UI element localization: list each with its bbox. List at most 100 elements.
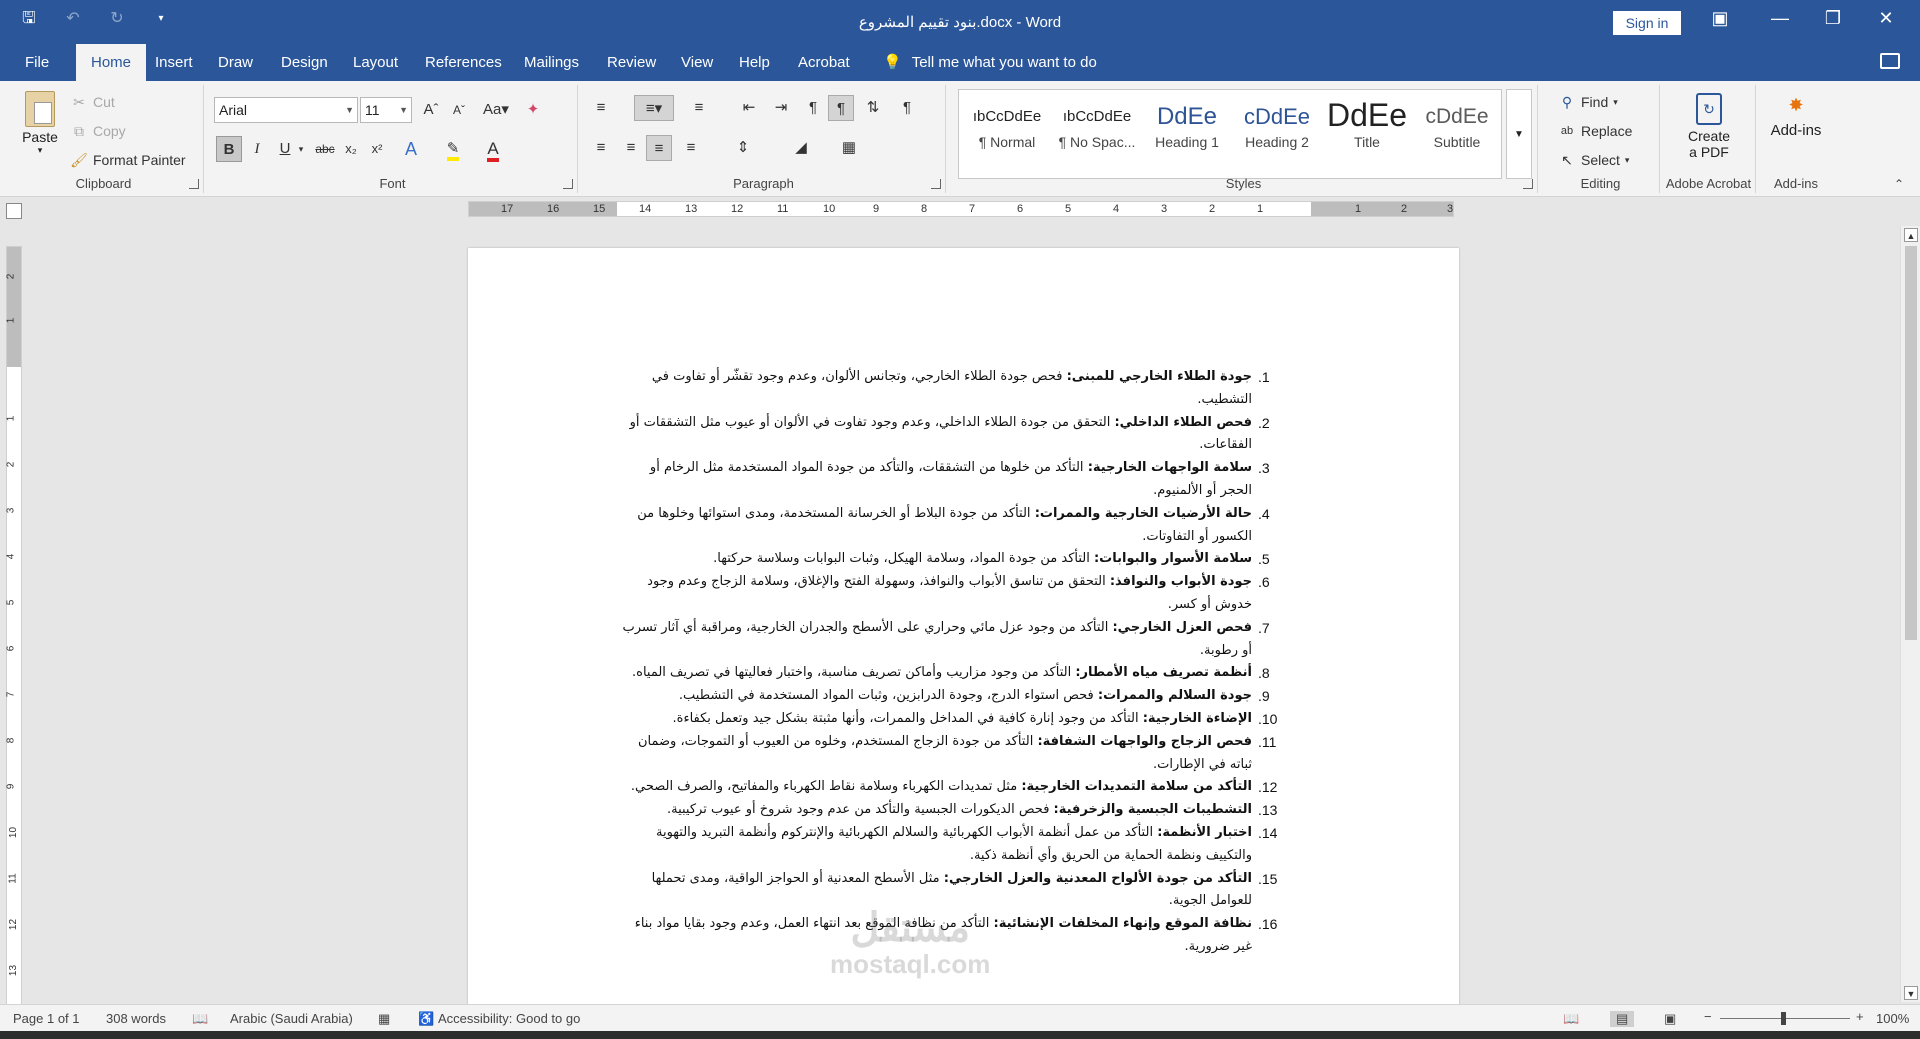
sign-in-button[interactable]: Sign in (1613, 11, 1681, 35)
document-list-item[interactable]: .11 فحص الزجاج والواجهات الشفافة: التأكد … (618, 731, 1276, 777)
tab-review[interactable]: Review (598, 44, 665, 81)
tab-acrobat[interactable]: Acrobat (789, 44, 859, 81)
italic-button[interactable]: I (244, 136, 270, 162)
document-list[interactable]: .1 جودة الطلاء الخارجي للمبنى: فحص جودة ا… (618, 366, 1278, 959)
tab-selector[interactable] (6, 203, 22, 219)
justify-icon[interactable]: ≡ (678, 135, 704, 161)
increase-indent-icon[interactable]: ⇥ (768, 95, 794, 121)
font-size-select[interactable]: 11 ▼ (360, 97, 412, 123)
document-list-item[interactable]: .7 فحص العزل الخارجي: التأكد من وجود عزل … (618, 617, 1269, 663)
show-marks-icon[interactable]: ¶ (894, 95, 920, 121)
document-list-item[interactable]: .14 اختبار الأنظمة: التأكد من عمل أنظمة ا… (618, 822, 1277, 868)
style-title[interactable]: DdEe Title (1323, 94, 1411, 164)
align-left-icon[interactable]: ≡ (588, 135, 614, 161)
grow-font-icon[interactable]: Aˆ (418, 97, 444, 123)
align-center-icon[interactable]: ≡ (618, 135, 644, 161)
tab-mailings[interactable]: Mailings (515, 44, 588, 81)
read-mode-icon[interactable]: 📖 (1563, 1011, 1579, 1027)
style-heading-1[interactable]: DdEe Heading 1 (1143, 94, 1231, 164)
document-list-item[interactable]: .12 التأكد من سلامة التمديدات الخارجية: م… (618, 776, 1278, 799)
document-list-item[interactable]: .9 جودة السلالم والممرات: فحص استواء الدر… (618, 685, 1270, 708)
tab-design[interactable]: Design (272, 44, 337, 81)
scroll-thumb[interactable] (1905, 246, 1917, 640)
bold-button[interactable]: B (216, 136, 242, 162)
style-no-spacing[interactable]: ıbCcDdEe ¶ No Spac... (1053, 94, 1141, 164)
superscript-button[interactable]: x² (364, 136, 390, 162)
accessibility-icon[interactable]: ♿ (418, 1011, 434, 1027)
language-status[interactable]: Arabic (Saudi Arabia) (230, 1011, 353, 1026)
macro-icon[interactable]: ▦ (378, 1011, 390, 1027)
strikethrough-button[interactable]: abc (312, 136, 338, 162)
font-family-select[interactable]: Arial ▼ (214, 97, 358, 123)
style-subtitle[interactable]: cDdEe Subtitle (1413, 94, 1501, 164)
style-heading-2[interactable]: cDdEe Heading 2 (1233, 94, 1321, 164)
tab-home[interactable]: Home (76, 44, 146, 81)
accessibility-status[interactable]: Accessibility: Good to go (438, 1011, 580, 1026)
zoom-out-icon[interactable]: − (1704, 1009, 1712, 1024)
proofing-icon[interactable]: 📖 (192, 1011, 208, 1027)
highlight-icon[interactable]: ✎ (440, 136, 466, 162)
comments-icon[interactable] (1880, 53, 1900, 69)
tab-file[interactable]: File (16, 44, 58, 81)
sort-icon[interactable]: ⇅ (860, 95, 886, 121)
format-painter-button[interactable]: 🖌 Format Painter (70, 151, 185, 169)
restore-button[interactable]: ❐ (1813, 8, 1853, 29)
find-button[interactable]: ⚲ Find ▾ (1558, 93, 1618, 111)
text-effects-icon[interactable]: A (398, 136, 424, 162)
minimize-button[interactable]: — (1760, 8, 1800, 29)
change-case-icon[interactable]: Aa▾ (478, 97, 514, 123)
ribbon-display-options-icon[interactable]: ▣ (1700, 8, 1740, 29)
document-list-item[interactable]: .1 جودة الطلاء الخارجي للمبنى: فحص جودة ا… (618, 366, 1270, 412)
document-list-item[interactable]: .13 التشطيبات الجبسية والزخرفية: فحص الدي… (618, 799, 1278, 822)
document-list-item[interactable]: .6 جودة الأبواب والنوافذ: التحقق من تناسق… (618, 571, 1270, 617)
tell-me-search[interactable]: 💡 Tell me what you want to do (883, 44, 1097, 81)
multilevel-list-icon[interactable]: ≡ (686, 95, 712, 121)
vertical-ruler[interactable]: 2 1 1 2 3 4 5 6 7 8 9 10 11 12 13 (5, 246, 22, 1006)
clipboard-launcher-icon[interactable] (189, 179, 199, 189)
cut-button[interactable]: ✂ Cut (70, 93, 115, 111)
style-normal[interactable]: ıbCcDdEe ¶ Normal (963, 94, 1051, 164)
print-layout-icon[interactable]: ▤ (1610, 1011, 1635, 1027)
tab-draw[interactable]: Draw (209, 44, 262, 81)
page-count[interactable]: Page 1 of 1 (13, 1011, 80, 1026)
styles-more-icon[interactable]: ▼ (1506, 89, 1532, 179)
close-button[interactable]: ✕ (1866, 8, 1906, 29)
zoom-in-icon[interactable]: + (1856, 1009, 1864, 1024)
replace-button[interactable]: ab Replace (1558, 122, 1633, 140)
tab-references[interactable]: References (416, 44, 511, 81)
borders-icon[interactable]: ▦ (836, 135, 862, 161)
line-spacing-icon[interactable]: ⇕ (730, 135, 756, 161)
shrink-font-icon[interactable]: Aˇ (446, 97, 472, 123)
addins-button[interactable]: ✸ Add-ins (1758, 95, 1834, 139)
styles-launcher-icon[interactable] (1523, 179, 1533, 189)
document-list-item[interactable]: .5 سلامة الأسوار والبوابات: التأكد من جود… (618, 548, 1270, 571)
zoom-slider-thumb[interactable] (1781, 1012, 1786, 1025)
collapse-ribbon-icon[interactable]: ⌃ (1894, 177, 1904, 191)
zoom-level[interactable]: 100% (1876, 1011, 1909, 1026)
paste-button[interactable]: Paste ▾ (14, 91, 66, 156)
tab-layout[interactable]: Layout (344, 44, 407, 81)
select-button[interactable]: ↖ Select ▾ (1558, 151, 1629, 169)
web-layout-icon[interactable]: ▣ (1664, 1011, 1676, 1027)
subscript-button[interactable]: x₂ (338, 136, 364, 162)
numbering-icon[interactable]: ≡▾ (634, 95, 674, 121)
scroll-down-icon[interactable]: ▼ (1904, 986, 1918, 1000)
font-color-icon[interactable]: A (480, 136, 506, 162)
bullets-icon[interactable]: ≡ (588, 95, 614, 121)
document-list-item[interactable]: .4 حالة الأرضيات الخارجية والممرات: التأك… (618, 503, 1269, 549)
paragraph-launcher-icon[interactable] (931, 179, 941, 189)
scroll-up-icon[interactable]: ▲ (1904, 228, 1918, 242)
tab-insert[interactable]: Insert (146, 44, 202, 81)
copy-button[interactable]: ⧉ Copy (70, 122, 126, 140)
rtl-direction-icon[interactable]: ¶ (828, 95, 854, 121)
font-launcher-icon[interactable] (563, 179, 573, 189)
horizontal-ruler[interactable]: 17 16 15 14 13 12 11 10 9 8 7 6 5 4 3 2 … (468, 201, 1454, 217)
word-count[interactable]: 308 words (106, 1011, 166, 1026)
vertical-scrollbar[interactable]: ▲ ▼ (1900, 226, 1920, 1002)
tab-view[interactable]: View (672, 44, 722, 81)
document-list-item[interactable]: .10 الإضاءة الخارجية: التأكد من وجود إنار… (618, 708, 1278, 731)
underline-dropdown-icon[interactable]: ▾ (294, 136, 308, 162)
shading-icon[interactable]: ◢ (788, 135, 814, 161)
ltr-direction-icon[interactable]: ¶ (800, 95, 826, 121)
document-list-item[interactable]: .8 أنظمة تصريف مياه الأمطار: التأكد من وج… (618, 662, 1270, 685)
